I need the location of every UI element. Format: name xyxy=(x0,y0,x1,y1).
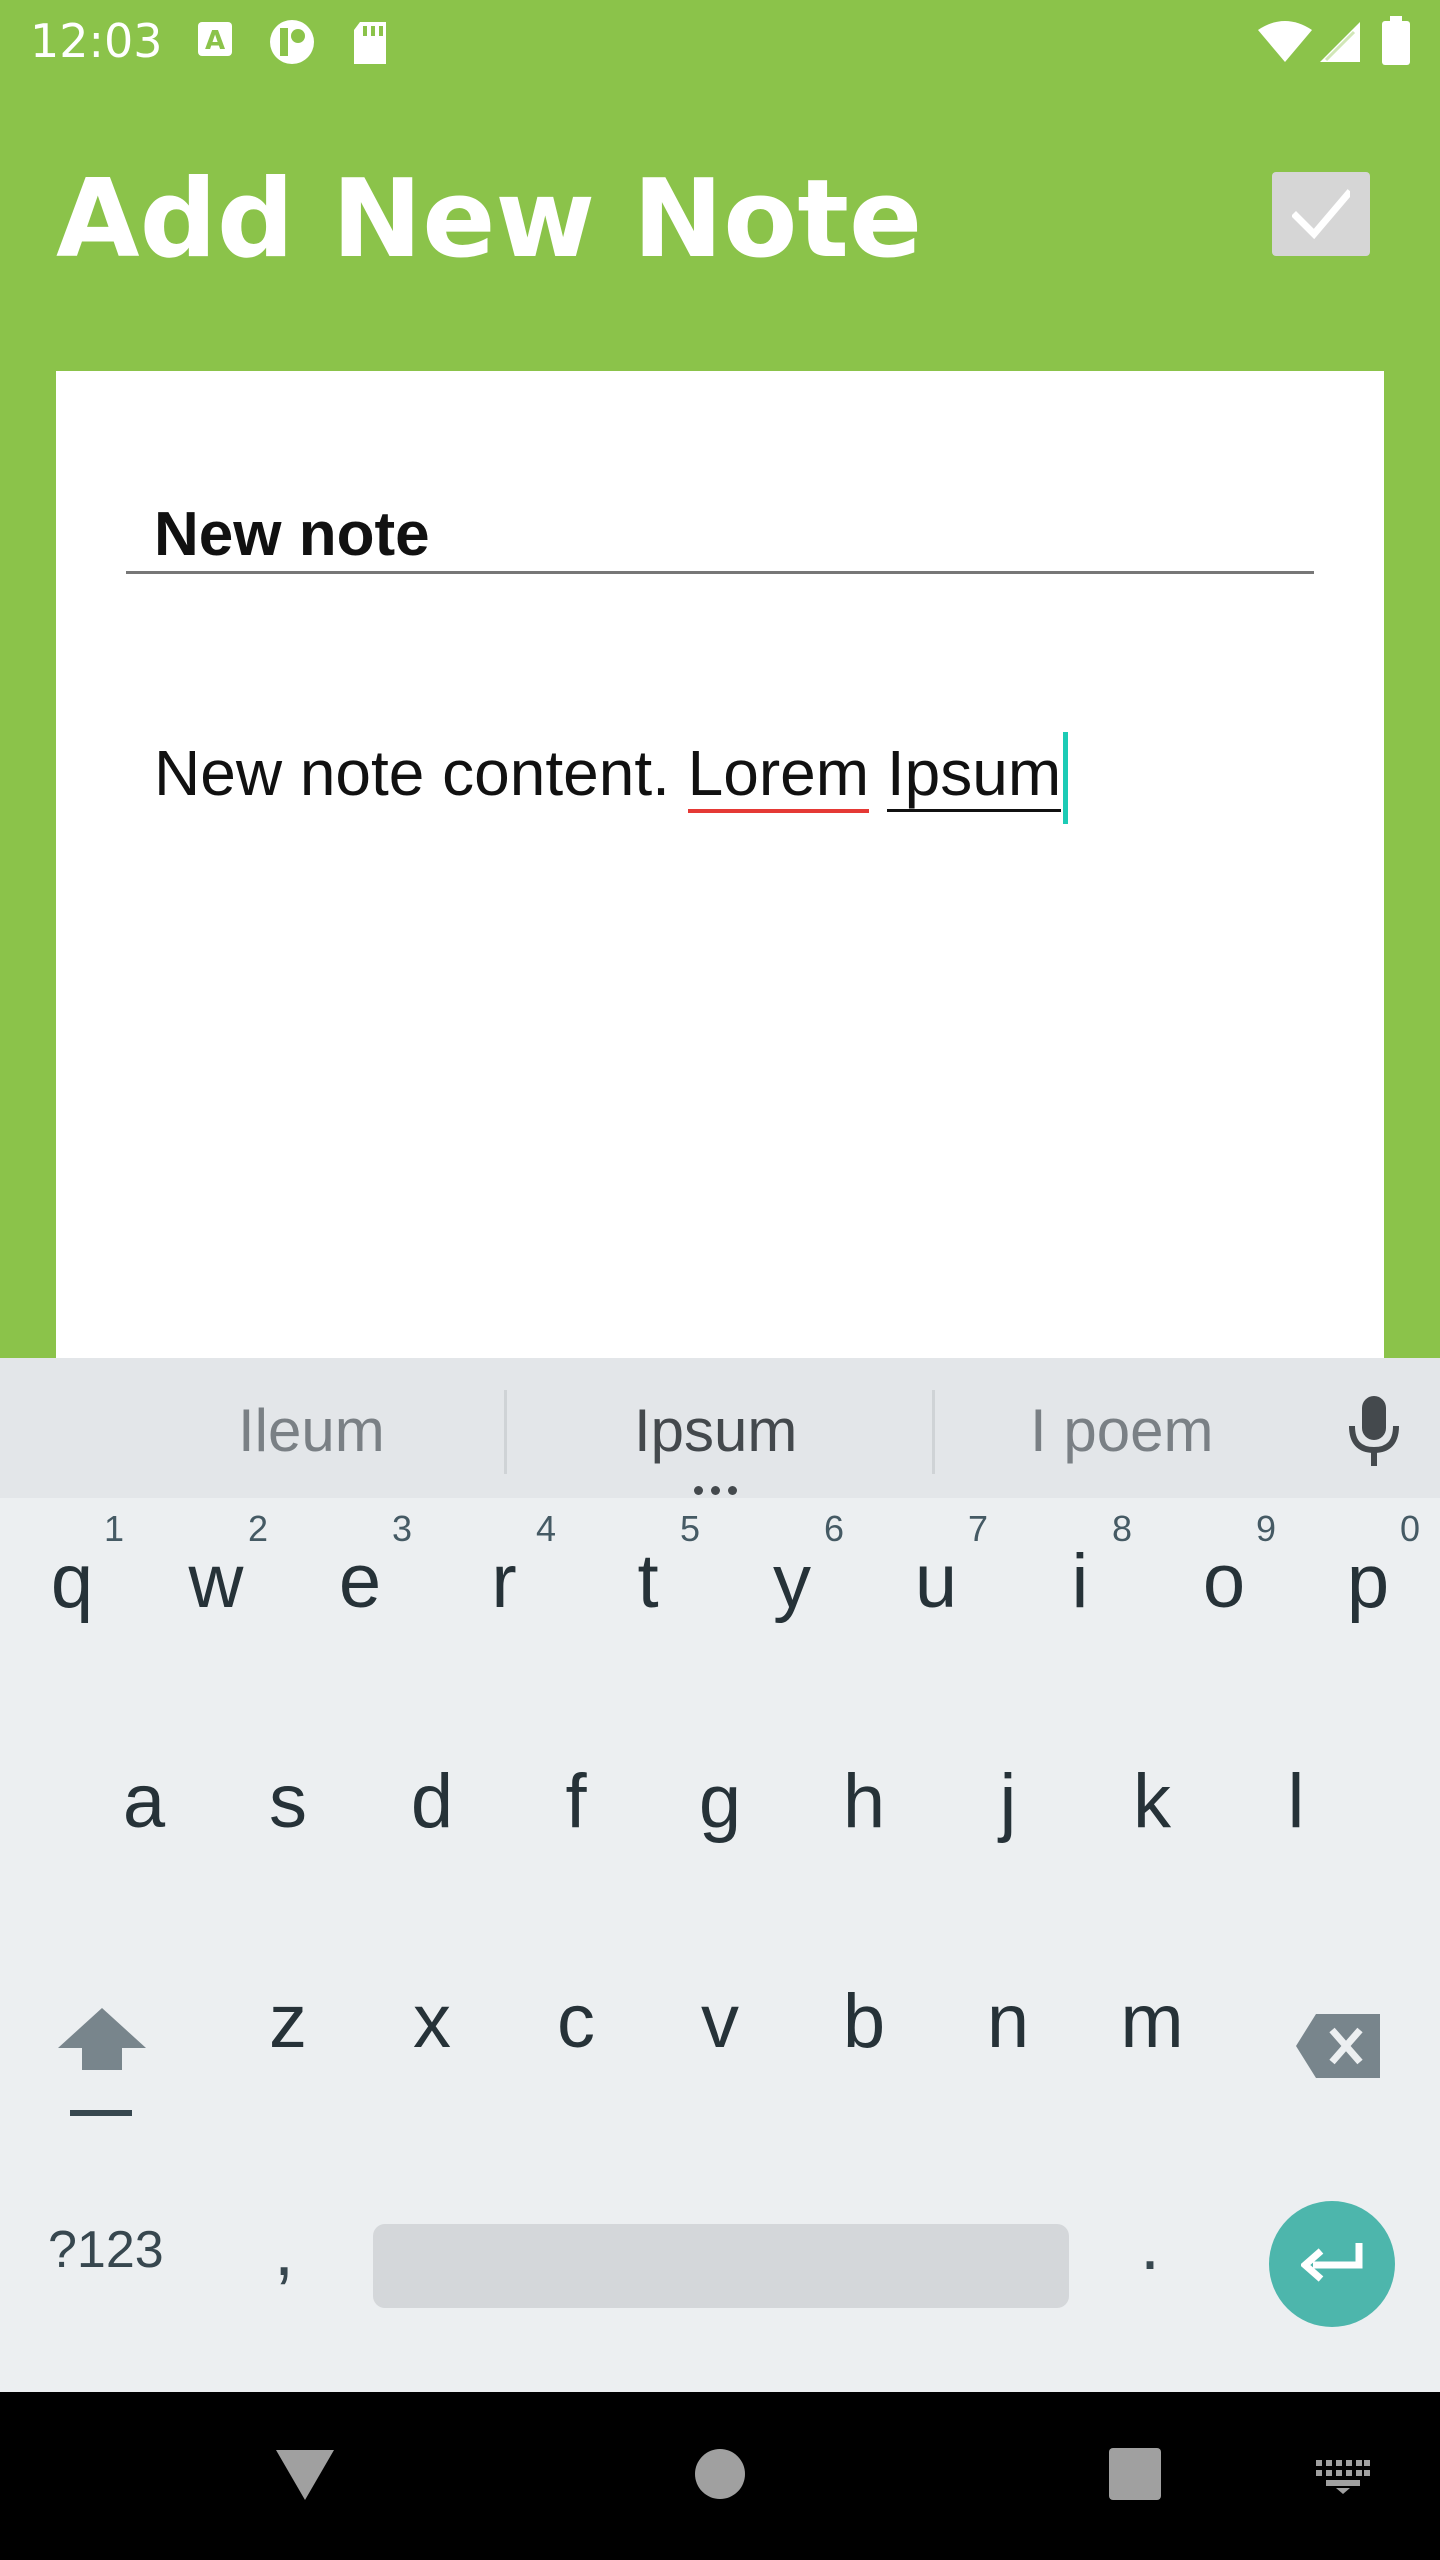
key-label: p xyxy=(1346,1539,1390,1624)
key-w[interactable]: 2w xyxy=(144,1492,288,1672)
key-label: o xyxy=(1202,1539,1246,1624)
key-r[interactable]: 4r xyxy=(432,1492,576,1672)
key-label: l xyxy=(1287,1759,1305,1844)
key-u[interactable]: 7u xyxy=(864,1492,1008,1672)
note-content-input[interactable]: New note content. Lorem Ipsum xyxy=(154,732,1314,824)
comma-key[interactable]: , xyxy=(274,2210,294,2292)
key-h[interactable]: h xyxy=(792,1712,936,1892)
key-j[interactable]: j xyxy=(936,1712,1080,1892)
check-icon xyxy=(1292,189,1350,240)
enter-key[interactable] xyxy=(1269,2201,1395,2327)
page-title: Add New Note xyxy=(56,157,923,282)
svg-text:A: A xyxy=(205,26,225,56)
key-label: f xyxy=(565,1759,587,1844)
key-y[interactable]: 6y xyxy=(720,1492,864,1672)
key-v[interactable]: v xyxy=(648,1932,792,2112)
symbols-key[interactable]: ?123 xyxy=(48,2220,164,2280)
key-label: c xyxy=(557,1979,595,2064)
key-label: v xyxy=(701,1979,739,2064)
key-label: x xyxy=(413,1979,451,2064)
space-key[interactable] xyxy=(373,2224,1069,2308)
suggestion-left[interactable]: Ileum xyxy=(238,1396,385,1465)
back-icon[interactable] xyxy=(274,2446,336,2502)
status-bar: 12:03 A xyxy=(0,0,1440,84)
note-card: New note New note content. Lorem Ipsum xyxy=(56,371,1384,1371)
shift-key-icon[interactable] xyxy=(58,2008,148,2126)
app-notification-icon xyxy=(270,20,314,64)
home-icon[interactable] xyxy=(694,2448,746,2500)
suggestion-divider xyxy=(932,1390,935,1474)
font-icon: A xyxy=(198,22,232,56)
key-label: s xyxy=(269,1759,307,1844)
key-x[interactable]: x xyxy=(360,1932,504,2112)
key-p[interactable]: 0p xyxy=(1296,1492,1440,1672)
system-nav-bar xyxy=(0,2392,1440,2560)
key-label: j xyxy=(999,1759,1017,1844)
key-label: z xyxy=(269,1979,307,2064)
sd-card-icon xyxy=(354,22,386,64)
composing-word: Ipsum xyxy=(886,736,1062,812)
key-c[interactable]: c xyxy=(504,1932,648,2112)
key-g[interactable]: g xyxy=(648,1712,792,1892)
soft-keyboard: Ileum Ipsum I poem 1q 2w 3e 4r 5t 6y 7u … xyxy=(0,1358,1440,2392)
content-space xyxy=(869,737,887,809)
key-label: m xyxy=(1120,1979,1184,2064)
misspelled-word: Lorem xyxy=(687,736,870,813)
battery-icon xyxy=(1382,16,1410,65)
key-label: d xyxy=(410,1759,454,1844)
suggestion-divider xyxy=(504,1390,507,1474)
content-text: New note content. xyxy=(154,736,688,809)
recents-icon[interactable] xyxy=(1109,2448,1161,2500)
key-label: i xyxy=(1071,1539,1089,1624)
suggestion-center[interactable]: Ipsum xyxy=(634,1396,797,1465)
key-label: q xyxy=(50,1539,94,1624)
key-label: a xyxy=(122,1759,166,1844)
signal-icon xyxy=(1320,22,1360,62)
key-label: y xyxy=(773,1539,811,1624)
key-d[interactable]: d xyxy=(360,1712,504,1892)
key-m[interactable]: m xyxy=(1080,1932,1224,2112)
key-label: r xyxy=(491,1539,517,1624)
note-title-input[interactable]: New note xyxy=(126,499,1314,574)
key-o[interactable]: 9o xyxy=(1152,1492,1296,1672)
key-label: t xyxy=(637,1539,659,1624)
key-b[interactable]: b xyxy=(792,1932,936,2112)
key-k[interactable]: k xyxy=(1080,1712,1224,1892)
key-i[interactable]: 8i xyxy=(1008,1492,1152,1672)
key-label: h xyxy=(842,1759,886,1844)
backspace-icon[interactable] xyxy=(1296,2014,1382,2078)
key-s[interactable]: s xyxy=(216,1712,360,1892)
key-e[interactable]: 3e xyxy=(288,1492,432,1672)
key-label: k xyxy=(1133,1759,1171,1844)
key-a[interactable]: a xyxy=(72,1712,216,1892)
period-key[interactable]: . xyxy=(1140,2204,1160,2286)
key-l[interactable]: l xyxy=(1224,1712,1368,1892)
status-time: 12:03 xyxy=(30,14,163,68)
save-button[interactable] xyxy=(1272,172,1370,256)
key-q[interactable]: 1q xyxy=(0,1492,144,1672)
key-z[interactable]: z xyxy=(216,1932,360,2112)
key-f[interactable]: f xyxy=(504,1712,648,1892)
enter-icon xyxy=(1301,2243,1363,2282)
key-label: e xyxy=(338,1539,382,1624)
key-label: b xyxy=(842,1979,886,2064)
suggestion-right[interactable]: I poem xyxy=(1030,1396,1213,1465)
microphone-icon[interactable] xyxy=(1346,1396,1402,1468)
key-t[interactable]: 5t xyxy=(576,1492,720,1672)
key-label: g xyxy=(698,1759,742,1844)
suggestion-strip: Ileum Ipsum I poem xyxy=(0,1358,1440,1498)
keyboard-switcher-icon[interactable] xyxy=(1316,2460,1370,2494)
wifi-icon xyxy=(1258,21,1312,62)
note-title-value: New note xyxy=(154,500,430,569)
key-label: u xyxy=(914,1539,958,1624)
key-n[interactable]: n xyxy=(936,1932,1080,2112)
text-cursor xyxy=(1063,732,1069,824)
key-label: w xyxy=(188,1539,244,1624)
key-label: n xyxy=(986,1979,1030,2064)
